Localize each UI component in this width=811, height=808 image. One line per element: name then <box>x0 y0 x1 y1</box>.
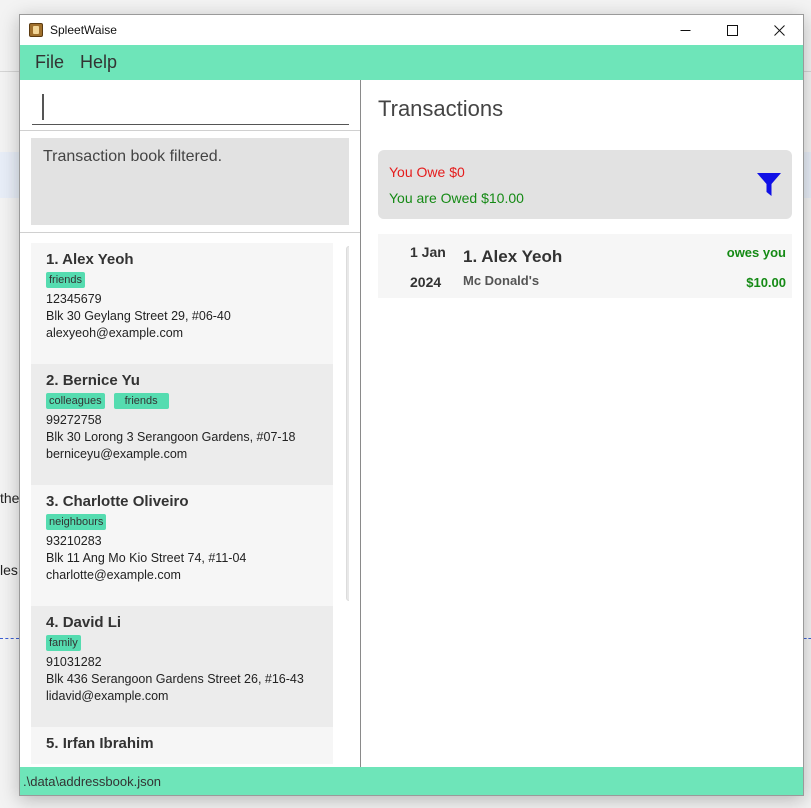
maximize-button[interactable] <box>709 15 756 45</box>
transaction-year: 2024 <box>410 274 442 290</box>
command-input[interactable] <box>32 92 349 125</box>
person-card[interactable]: 3. Charlotte Oliveiro neighbours 9321028… <box>31 485 333 606</box>
left-panel: Transaction book filtered. 1. Alex Yeoh … <box>20 80 361 767</box>
transaction-amount: $10.00 <box>746 275 786 290</box>
menu-help[interactable]: Help <box>80 52 117 73</box>
person-name: 4. David Li <box>46 614 122 631</box>
background-text-1: the <box>0 490 20 506</box>
person-name: 1. Alex Yeoh <box>46 251 134 268</box>
you-owe-text: You Owe $0 <box>389 164 465 180</box>
person-card[interactable]: 2. Bernice Yu colleagues friends 9927275… <box>31 364 333 485</box>
maximize-icon <box>727 24 738 36</box>
filter-icon[interactable] <box>756 171 782 197</box>
person-phone: 91031282 <box>46 655 102 669</box>
transactions-title: Transactions <box>378 96 504 121</box>
transaction-person: 1. Alex Yeoh <box>463 247 563 266</box>
tag: colleagues <box>46 393 105 409</box>
person-address: Blk 11 Ang Mo Kio Street 74, #11-04 <box>46 551 247 565</box>
close-button[interactable] <box>756 15 803 45</box>
person-email: charlotte@example.com <box>46 568 181 582</box>
person-card[interactable]: 4. David Li family 91031282 Blk 436 Sera… <box>31 606 333 727</box>
transaction-status: owes you <box>726 245 786 260</box>
transaction-description: Mc Donald's <box>463 273 540 288</box>
app-window: SpleetWaise File Help Transaction book f… <box>19 14 804 796</box>
title-bar[interactable]: SpleetWaise <box>20 15 803 45</box>
person-email: alexyeoh@example.com <box>46 326 184 340</box>
window-title: SpleetWaise <box>50 23 117 37</box>
result-display-container: Transaction book filtered. <box>20 131 360 233</box>
person-email: berniceyu@example.com <box>46 447 188 461</box>
menu-file[interactable]: File <box>35 52 64 73</box>
menu-bar: File Help <box>20 45 803 80</box>
transaction-card[interactable]: 1 Jan 2024 1. Alex Yeoh Mc Donald's owes… <box>378 234 792 298</box>
tag: friends <box>113 393 169 409</box>
tag: friends <box>46 272 86 288</box>
person-email: lidavid@example.com <box>46 689 169 703</box>
balance-summary: You Owe $0 You are Owed $10.00 <box>378 150 792 219</box>
person-phone: 93210283 <box>46 534 102 548</box>
person-address: Blk 30 Geylang Street 29, #06-40 <box>46 309 231 323</box>
person-address: Blk 30 Lorong 3 Serangoon Gardens, #07-1… <box>46 430 296 444</box>
person-list[interactable]: 1. Alex Yeoh friends 12345679 Blk 30 Gey… <box>31 243 349 764</box>
status-bar: .\data\addressbook.json <box>20 767 803 795</box>
result-display: Transaction book filtered. <box>31 138 349 225</box>
person-name: 5. Irfan Ibrahim <box>46 735 154 752</box>
close-icon <box>774 24 785 36</box>
minimize-icon <box>680 29 691 31</box>
background-text-2: les <box>0 562 18 578</box>
transactions-panel: Transactions You Owe $0 You are Owed $10… <box>361 80 803 767</box>
person-address: Blk 436 Serangoon Gardens Street 26, #16… <box>46 672 304 686</box>
person-phone: 99272758 <box>46 413 102 427</box>
you-are-owed-text: You are Owed $10.00 <box>389 190 524 206</box>
text-caret <box>42 94 44 120</box>
tag: neighbours <box>46 514 107 530</box>
app-icon <box>29 23 43 37</box>
tag: family <box>46 635 81 651</box>
command-box <box>20 80 360 131</box>
person-name: 2. Bernice Yu <box>46 372 140 389</box>
person-name: 3. Charlotte Oliveiro <box>46 493 189 510</box>
person-card[interactable]: 1. Alex Yeoh friends 12345679 Blk 30 Gey… <box>31 243 333 364</box>
transaction-day: 1 Jan <box>410 244 446 260</box>
person-phone: 12345679 <box>46 292 102 306</box>
person-list-scrollbar[interactable] <box>346 246 349 601</box>
person-card[interactable]: 5. Irfan Ibrahim <box>31 727 333 764</box>
minimize-button[interactable] <box>662 15 709 45</box>
